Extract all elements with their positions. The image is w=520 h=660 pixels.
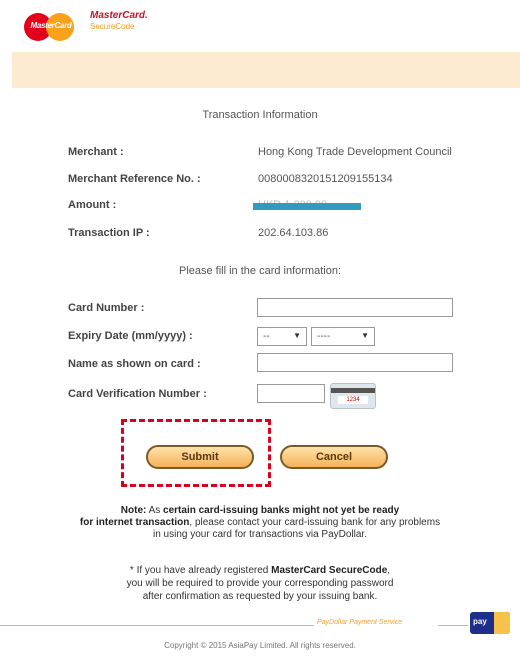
securecode-note-line-3: after confirmation as requested by your … <box>142 591 378 602</box>
paydollar-logo-accent <box>494 612 510 634</box>
note-prefix: Note: <box>120 505 147 516</box>
expiry-year-select[interactable]: ---- ▼ <box>311 327 375 346</box>
securecode-note-prefix: * If you have already registered <box>129 565 269 576</box>
cvv-label: Card Verification Number : <box>68 388 207 400</box>
note-as: As <box>148 505 161 516</box>
cancel-button[interactable]: Cancel <box>280 445 388 469</box>
securecode-note-line-2: you will be required to provide your cor… <box>126 578 394 589</box>
paydollar-logo-icon: pay <box>470 612 510 634</box>
merchant-value: Hong Kong Trade Development Council <box>258 146 452 158</box>
amount-label: Amount : <box>68 199 117 211</box>
chevron-down-icon: ▼ <box>293 331 301 340</box>
card-back-cvv-icon: 1234 <box>330 383 376 409</box>
merchant-row: Merchant : Hong Kong Trade Development C… <box>68 146 518 162</box>
mastercard-logo: MasterCard <box>22 10 78 44</box>
paydollar-logo-text: pay <box>473 617 487 626</box>
expiry-month-select[interactable]: -- ▼ <box>257 327 307 346</box>
form-instruction: Please fill in the card information: <box>178 265 342 277</box>
cvv-input[interactable] <box>257 384 325 403</box>
merchant-label: Merchant : <box>68 146 124 158</box>
reference-value: 008000832015120915513​4 <box>258 173 393 185</box>
cardholder-name-label: Name as shown on card : <box>68 358 201 370</box>
note-line-2: for internet transaction, please contact… <box>0 517 520 529</box>
reference-row: Merchant Reference No. : 008000832015120… <box>68 173 518 189</box>
chevron-down-icon: ▼ <box>361 331 369 340</box>
securecode-logo-line2: SecureCode <box>90 22 135 31</box>
securecode-note-line-1: * If you have already registered MasterC… <box>129 565 391 576</box>
submit-button[interactable]: Submit <box>146 445 254 469</box>
note-line-3: in using your card for transactions via … <box>153 529 367 540</box>
cardholder-name-input[interactable] <box>257 353 453 372</box>
mastercard-logo-text: MasterCard <box>30 21 72 30</box>
note-bold-2: for internet transaction <box>79 517 190 528</box>
note-line-1: Note: As certain card-issuing banks migh… <box>0 505 520 517</box>
reference-label: Merchant Reference No. : <box>68 173 201 185</box>
securecode-note-bold: MasterCard SecureCode <box>271 565 388 576</box>
expiry-year-value: ---- <box>317 331 331 342</box>
copyright-text: Copyright © 2015 AsiaPay Limited. All ri… <box>164 641 356 650</box>
page-title: Transaction Information <box>202 109 318 121</box>
transaction-ip-value: 202.64.103.86 <box>258 227 329 239</box>
transaction-ip-row: Transaction IP : 202.64.103.86 <box>68 227 518 243</box>
footer-divider-right <box>438 625 468 626</box>
footer-divider <box>0 625 314 626</box>
cvv-sample-number: 1234 <box>338 396 368 404</box>
note-rest-2: , please contact your card-issuing bank … <box>189 517 441 528</box>
card-number-label: Card Number : <box>68 302 145 314</box>
transaction-ip-label: Transaction IP : <box>68 227 150 239</box>
expiry-date-label: Expiry Date (mm/yyyy) : <box>68 330 193 342</box>
amount-redaction-bar <box>253 203 361 210</box>
card-number-input[interactable] <box>257 298 453 317</box>
securecode-logo: MasterCard. SecureCode <box>90 10 148 32</box>
paydollar-brand-text: PayDollar Payment Service <box>317 619 403 626</box>
expiry-month-value: -- <box>263 331 270 342</box>
note-bold-1: certain card-issuing banks might not yet… <box>163 505 400 516</box>
card-magnetic-strip <box>331 388 375 393</box>
header-banner <box>12 52 520 88</box>
securecode-logo-line1: MasterCard. <box>90 10 148 21</box>
